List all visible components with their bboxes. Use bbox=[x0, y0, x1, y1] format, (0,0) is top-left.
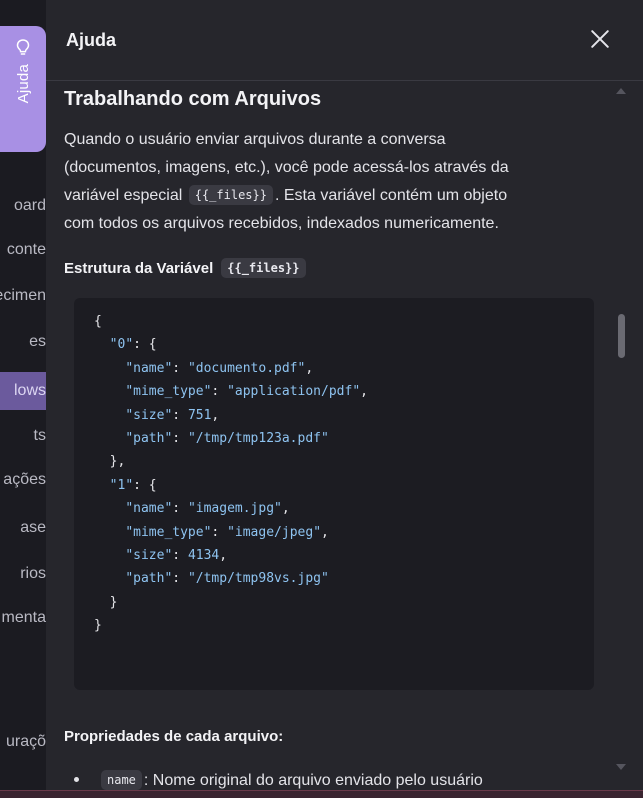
inline-code-files: {{_files}} bbox=[221, 258, 306, 278]
scroll-down-arrow[interactable] bbox=[616, 764, 626, 770]
sidebar-item-ts[interactable]: ts bbox=[0, 418, 46, 454]
code-line: "1": { bbox=[109, 477, 157, 493]
paragraph-text: . Esta variável contém um objeto bbox=[274, 187, 508, 204]
paragraph-line: (documentos, imagens, etc.), você pode a… bbox=[64, 159, 509, 176]
code-line: "mime_type": "application/pdf", bbox=[125, 384, 368, 400]
sidebar-item-label: ações bbox=[3, 471, 46, 488]
sidebar-item-label: oard bbox=[13, 197, 46, 214]
inline-code-files: {{_files}} bbox=[188, 185, 273, 205]
sidebar-item-database[interactable]: ase bbox=[0, 510, 46, 546]
scrollbar-thumb[interactable] bbox=[618, 314, 625, 358]
code-line: "0": { bbox=[109, 337, 157, 353]
code-line: "size": 751, bbox=[125, 407, 220, 423]
sidebar-item-dashboard[interactable]: oard bbox=[0, 188, 46, 224]
code-line: "name": "imagem.jpg", bbox=[125, 501, 290, 517]
paragraph-line: Quando o usuário enviar arquivos durante… bbox=[64, 131, 446, 148]
code-line: { bbox=[94, 314, 102, 329]
panel-body[interactable]: Trabalhando com Arquivos Quando o usuári… bbox=[46, 82, 643, 790]
paragraph-text: variável especial bbox=[64, 187, 183, 204]
code-line: }, bbox=[94, 454, 126, 470]
property-list-item: name: Nome original do arquivo enviado p… bbox=[74, 770, 483, 790]
code-line: "mime_type": "image/jpeg", bbox=[125, 524, 329, 540]
sidebar-item-label: lows bbox=[13, 382, 46, 399]
help-panel: Ajuda Trabalhando com Arquivos Quando o … bbox=[46, 0, 643, 790]
sidebar-item-label: rios bbox=[20, 565, 46, 582]
sidebar-item-contexts[interactable]: conte bbox=[0, 232, 46, 268]
sidebar-item-es[interactable]: es bbox=[0, 324, 46, 360]
code-line: "size": 4134, bbox=[125, 547, 228, 563]
sidebar-item-users[interactable]: rios bbox=[0, 556, 46, 592]
sidebar-item-label: menta bbox=[1, 609, 46, 626]
sidebar-item-settings[interactable]: uraçõ bbox=[0, 724, 46, 760]
bullet bbox=[74, 777, 79, 782]
intro-paragraph: Quando o usuário enviar arquivos durante… bbox=[64, 126, 604, 238]
sidebar-item-knowledge[interactable]: ecimen bbox=[0, 278, 46, 314]
paragraph-line: com todos os arquivos recebidos, indexad… bbox=[64, 215, 499, 232]
sidebar-item-label: es bbox=[29, 333, 46, 350]
properties-heading: Propriedades de cada arquivo: bbox=[64, 728, 284, 745]
section-title: Trabalhando com Arquivos bbox=[64, 88, 322, 110]
inline-code-name: name bbox=[101, 770, 142, 790]
close-icon[interactable] bbox=[589, 28, 611, 50]
help-tab-button[interactable]: Ajuda bbox=[0, 26, 46, 152]
code-line: "path": "/tmp/tmp123a.pdf" bbox=[125, 430, 329, 446]
code-line: "name": "documento.pdf", bbox=[125, 360, 314, 376]
sidebar-item-workflows[interactable]: lows bbox=[0, 372, 46, 410]
sidebar-item-integrations[interactable]: ações bbox=[0, 462, 46, 498]
panel-header: Ajuda bbox=[46, 0, 643, 81]
sidebar-item-label: uraçõ bbox=[5, 733, 46, 750]
subhead-text: Estrutura da Variável bbox=[64, 259, 214, 277]
sidebar-item-label: ts bbox=[33, 427, 46, 444]
code-line: } bbox=[94, 618, 102, 634]
sidebar-item-label: conte bbox=[6, 241, 46, 258]
help-tab-label: Ajuda bbox=[14, 64, 32, 104]
lightbulb-icon bbox=[16, 39, 30, 55]
sidebar-item-label: ase bbox=[20, 519, 46, 536]
scroll-up-arrow[interactable] bbox=[616, 88, 626, 94]
bottom-edge-strip bbox=[0, 790, 643, 798]
code-line: } bbox=[94, 594, 118, 610]
variable-structure-heading: Estrutura da Variável {{_files}} bbox=[64, 258, 308, 278]
property-description: : Nome original do arquivo enviado pelo … bbox=[143, 772, 483, 789]
sidebar-item-label: ecimen bbox=[0, 287, 46, 304]
paragraph-line: variável especial {{_files}}. Esta variá… bbox=[64, 182, 604, 210]
code-example-block: { "0": { "name": "documento.pdf", "mime_… bbox=[74, 298, 594, 690]
panel-title: Ajuda bbox=[66, 29, 117, 50]
sidebar-item-tools[interactable]: menta bbox=[0, 600, 46, 636]
code-line: "path": "/tmp/tmp98vs.jpg" bbox=[125, 571, 329, 587]
